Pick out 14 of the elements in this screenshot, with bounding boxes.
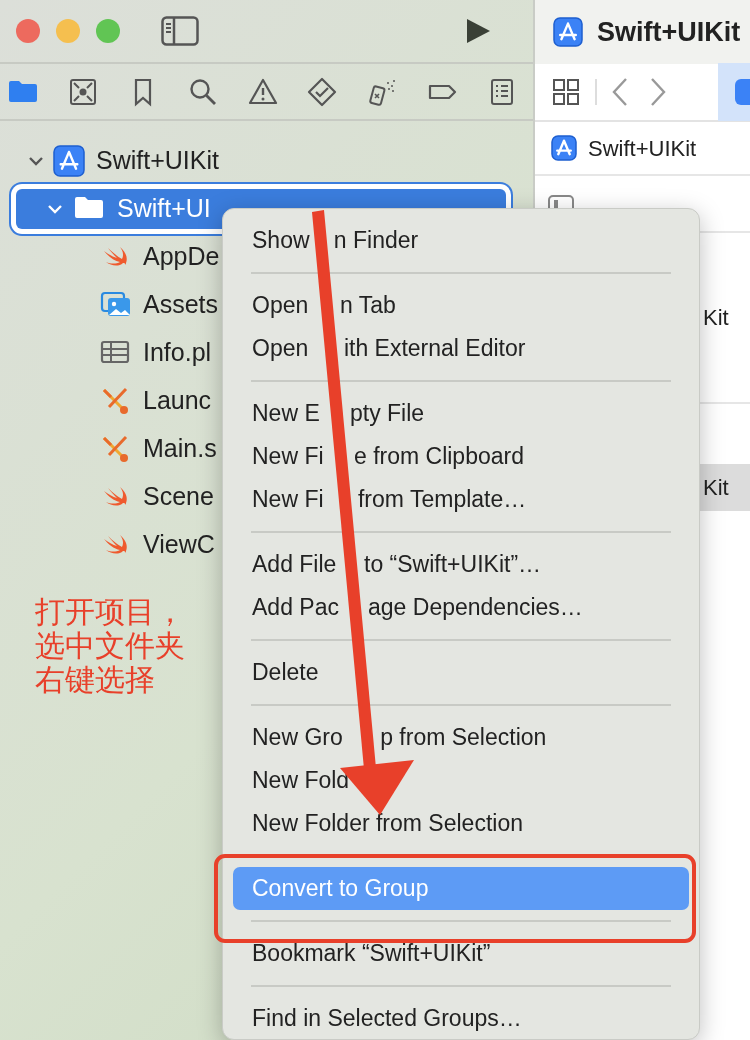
file-name: Swift+UI xyxy=(117,193,211,225)
annotation-text: 打开项目， 选中文件夹 右键选择 xyxy=(35,595,185,697)
file-name: Scene xyxy=(143,481,214,513)
selected-row-text: Kit xyxy=(703,474,729,502)
file-name: AppDe xyxy=(143,241,220,273)
row-text: Kit xyxy=(703,304,729,332)
window-title: Swift+UIKit xyxy=(597,15,741,49)
file-name: Swift+UIKit xyxy=(96,145,219,177)
file-name: ViewC xyxy=(143,529,215,561)
file-name: Main.s xyxy=(143,433,217,465)
file-name: Swift+UIKit xyxy=(588,134,697,163)
file-name: Launc xyxy=(143,385,212,417)
file-name: Info.pl xyxy=(143,337,212,369)
file-name: Assets xyxy=(143,289,219,321)
